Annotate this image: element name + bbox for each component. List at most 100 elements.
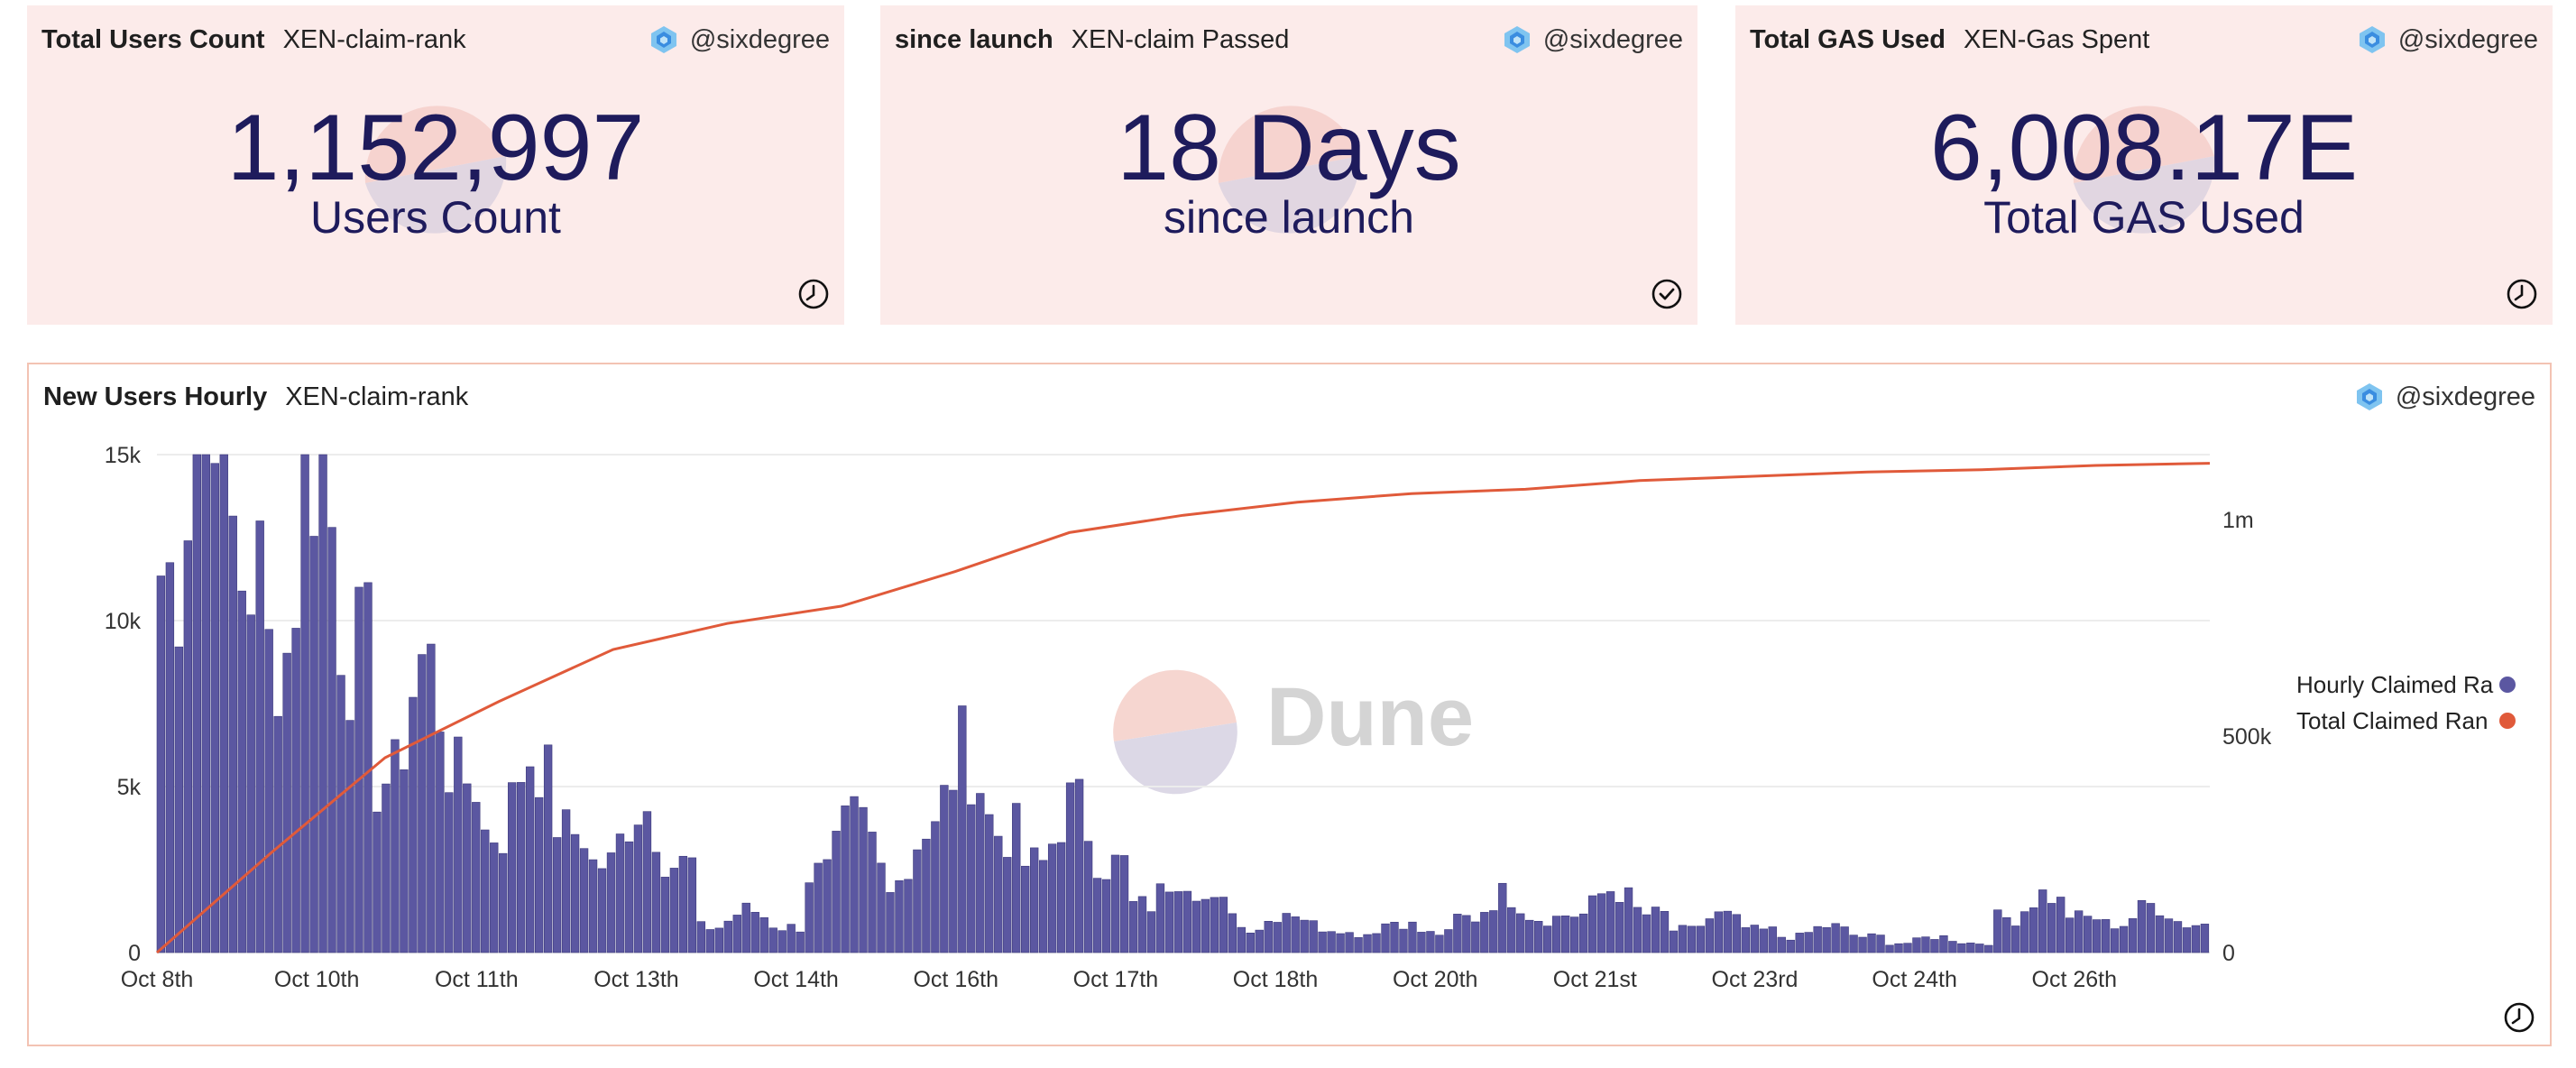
bar[interactable] bbox=[427, 643, 436, 953]
bar[interactable] bbox=[886, 892, 895, 953]
bar[interactable] bbox=[1858, 936, 1867, 953]
bar[interactable] bbox=[606, 852, 616, 953]
bar[interactable] bbox=[2002, 916, 2011, 953]
bar[interactable] bbox=[2164, 918, 2174, 953]
bar[interactable] bbox=[264, 629, 273, 953]
bar[interactable] bbox=[759, 916, 768, 953]
bar[interactable] bbox=[1633, 907, 1642, 953]
bar[interactable] bbox=[336, 675, 345, 953]
bar[interactable] bbox=[931, 821, 940, 953]
bar[interactable] bbox=[499, 852, 508, 953]
bar[interactable] bbox=[1074, 778, 1084, 953]
bar[interactable] bbox=[922, 838, 931, 953]
kpi-card-gas-used[interactable]: Total GAS Used XEN-Gas Spent @sixdegree … bbox=[1735, 5, 2553, 325]
bar[interactable] bbox=[1237, 926, 1246, 953]
bar[interactable] bbox=[958, 705, 967, 953]
bar[interactable] bbox=[796, 931, 805, 953]
bar[interactable] bbox=[696, 921, 706, 953]
bar[interactable] bbox=[814, 862, 823, 953]
bar[interactable] bbox=[1660, 911, 1670, 953]
bar[interactable] bbox=[723, 920, 732, 953]
card-query-link[interactable]: XEN-claim Passed bbox=[1072, 25, 1290, 55]
author-link[interactable]: @sixdegree bbox=[1502, 24, 1683, 55]
bar[interactable] bbox=[1003, 857, 1012, 953]
bar[interactable] bbox=[472, 802, 481, 953]
bar[interactable] bbox=[445, 792, 454, 953]
bar[interactable] bbox=[633, 824, 643, 953]
bar[interactable] bbox=[1092, 878, 1102, 953]
bar[interactable] bbox=[2047, 903, 2056, 953]
bar[interactable] bbox=[174, 646, 184, 953]
bar[interactable] bbox=[1173, 891, 1183, 953]
kpi-card-since-launch[interactable]: since launch XEN-claim Passed @sixdegree… bbox=[880, 5, 1697, 325]
bar[interactable] bbox=[597, 868, 607, 953]
bar[interactable] bbox=[1569, 916, 1579, 953]
bar[interactable] bbox=[1327, 931, 1336, 953]
bar[interactable] bbox=[418, 654, 427, 953]
bar[interactable] bbox=[516, 782, 526, 953]
bar[interactable] bbox=[1101, 879, 1111, 953]
bar[interactable] bbox=[409, 696, 418, 953]
bar[interactable] bbox=[2092, 919, 2102, 953]
bar[interactable] bbox=[1282, 913, 1291, 953]
bar[interactable] bbox=[1993, 909, 2002, 953]
bar[interactable] bbox=[1336, 933, 1345, 953]
bar[interactable] bbox=[994, 835, 1003, 953]
bar[interactable] bbox=[1210, 897, 1219, 953]
bar[interactable] bbox=[436, 732, 445, 953]
bar[interactable] bbox=[490, 842, 499, 953]
bar[interactable] bbox=[1110, 854, 1120, 953]
bar[interactable] bbox=[1480, 912, 1489, 953]
bar[interactable] bbox=[463, 783, 472, 953]
check-circle-icon[interactable] bbox=[1649, 276, 1685, 312]
bar[interactable] bbox=[877, 862, 886, 953]
bar[interactable] bbox=[1182, 890, 1192, 953]
legend[interactable]: Hourly Claimed Ra Total Claimed Ran bbox=[2296, 671, 2516, 734]
bar[interactable] bbox=[777, 930, 787, 953]
bar[interactable] bbox=[561, 809, 571, 953]
bar[interactable] bbox=[2173, 921, 2183, 953]
bar[interactable] bbox=[1921, 936, 1930, 953]
bar[interactable] bbox=[805, 882, 814, 953]
bar[interactable] bbox=[327, 527, 336, 953]
bar[interactable] bbox=[508, 782, 517, 953]
bar[interactable] bbox=[1056, 842, 1066, 953]
bar[interactable] bbox=[1453, 914, 1462, 953]
bar[interactable] bbox=[309, 536, 318, 953]
bar[interactable] bbox=[282, 652, 291, 953]
bar[interactable] bbox=[391, 739, 400, 953]
bar[interactable] bbox=[183, 540, 193, 953]
bar[interactable] bbox=[1029, 847, 1039, 953]
bar[interactable] bbox=[1750, 925, 1759, 953]
bar[interactable] bbox=[1155, 883, 1165, 953]
bar[interactable] bbox=[1264, 921, 1273, 953]
bar[interactable] bbox=[1489, 910, 1498, 953]
bar[interactable] bbox=[291, 628, 300, 953]
bar[interactable] bbox=[1300, 919, 1309, 953]
bar[interactable] bbox=[192, 454, 202, 953]
bar[interactable] bbox=[1498, 882, 1507, 953]
bar[interactable] bbox=[1246, 932, 1255, 953]
bar[interactable] bbox=[651, 852, 661, 953]
bar[interactable] bbox=[1723, 910, 1733, 953]
chart-panel-new-users-hourly[interactable]: New Users Hourly XEN-claim-rank @sixdegr… bbox=[27, 363, 2552, 1046]
bar[interactable] bbox=[1957, 943, 1966, 953]
bar[interactable] bbox=[1678, 925, 1688, 953]
bar[interactable] bbox=[1867, 933, 1876, 953]
bar[interactable] bbox=[976, 793, 985, 953]
bar[interactable] bbox=[787, 924, 796, 953]
bar[interactable] bbox=[2110, 928, 2120, 953]
bar[interactable] bbox=[1444, 929, 1453, 953]
bar[interactable] bbox=[1984, 944, 1993, 953]
bar[interactable] bbox=[832, 831, 841, 953]
bar[interactable] bbox=[1669, 930, 1679, 953]
bar[interactable] bbox=[1435, 934, 1444, 953]
legend-label[interactable]: Total Claimed Ran bbox=[2296, 707, 2488, 734]
bar[interactable] bbox=[201, 454, 210, 953]
bar[interactable] bbox=[1390, 922, 1399, 953]
bar[interactable] bbox=[1047, 843, 1057, 953]
bar[interactable] bbox=[2155, 915, 2165, 953]
bar[interactable] bbox=[2146, 903, 2156, 953]
bar[interactable] bbox=[1012, 803, 1021, 953]
bar[interactable] bbox=[669, 868, 679, 953]
